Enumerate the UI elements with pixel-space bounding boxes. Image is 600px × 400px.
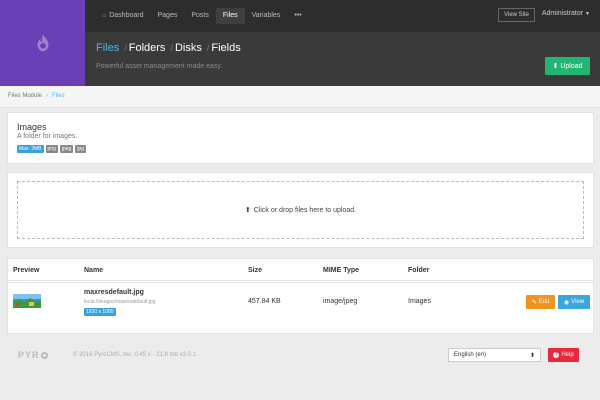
main-nav: ⌂ Dashboard Pages Posts Files Variables …: [95, 8, 309, 24]
landscape-thumbnail-image: [13, 294, 41, 308]
file-size: 457.84 KB: [248, 298, 281, 305]
view-button[interactable]: ◉ View: [558, 295, 590, 309]
nav-dashboard[interactable]: ⌂ Dashboard: [95, 8, 150, 24]
max-size-tag: Max: 2MB: [17, 145, 44, 153]
page-footer: PYR © 2016 PyroCMS, Inc. 0.45 s · 21.8 m…: [0, 344, 600, 366]
upload-icon: ⬆: [552, 63, 559, 70]
help-button[interactable]: ? Help: [548, 348, 579, 362]
nav-files-label: Files: [222, 12, 238, 19]
breadcrumb: Files Module › Files: [8, 93, 65, 99]
header-divider: [8, 282, 593, 283]
files-table: Preview Name Size MIME Type Folder maxre…: [7, 258, 594, 334]
question-icon: ?: [553, 352, 560, 358]
help-button-label: Help: [561, 352, 574, 358]
file-folder: Images: [408, 298, 431, 305]
header-divider: [8, 280, 593, 281]
folder-info-card: Images A folder for images. Max: 2MB png…: [7, 112, 594, 164]
pyro-footer-logo[interactable]: PYR: [18, 350, 48, 360]
edit-button[interactable]: ✎ Edit: [526, 295, 555, 309]
section-disks[interactable]: Disks: [175, 42, 202, 54]
nav-variables-label: Variables: [251, 12, 281, 19]
extension-tag: png: [45, 145, 58, 153]
upload-button[interactable]: ⬆ Upload: [545, 57, 590, 75]
folder-description: A folder for images.: [17, 133, 78, 140]
top-navigation-bar: ⌂ Dashboard Pages Posts Files Variables …: [85, 0, 600, 32]
nav-posts-label: Posts: [191, 12, 209, 19]
dimensions-badge: 1920 x 1080: [84, 308, 116, 316]
column-header-mime[interactable]: MIME Type: [323, 267, 359, 274]
extension-tag: jpeg: [59, 145, 74, 153]
section-separator: /: [170, 43, 173, 53]
chevron-right-icon: ›: [46, 93, 49, 99]
nav-more[interactable]: •••: [287, 8, 308, 24]
breadcrumb-bar: Files Module › Files: [0, 86, 600, 108]
dropzone-text: Click or drop files here to upload.: [253, 206, 357, 214]
extension-tag: jpg: [75, 145, 86, 153]
breadcrumb-files-module[interactable]: Files Module: [8, 93, 42, 99]
section-files[interactable]: Files: [96, 42, 119, 54]
column-header-folder[interactable]: Folder: [408, 267, 429, 274]
upload-icon: ⬆: [244, 207, 251, 214]
column-header-name[interactable]: Name: [84, 267, 103, 274]
pencil-icon: ✎: [531, 299, 537, 306]
footer-copyright: © 2016 PyroCMS, Inc. 0.45 s · 21.8 mb v3…: [73, 352, 196, 358]
edit-button-label: Edit: [538, 299, 550, 305]
column-header-size[interactable]: Size: [248, 267, 262, 274]
file-dropzone[interactable]: ⬆ Click or drop files here to upload.: [17, 181, 584, 239]
language-select[interactable]: English (en) ⬍: [448, 348, 541, 362]
app-header: ⌂ Dashboard Pages Posts Files Variables …: [0, 0, 600, 86]
home-icon: ⌂: [102, 12, 107, 19]
section-separator: /: [206, 43, 210, 53]
flame-logo-icon: [37, 33, 48, 52]
user-name: Administrator: [541, 10, 584, 17]
nav-files[interactable]: Files: [215, 8, 245, 24]
language-value: English (en): [454, 352, 487, 358]
upload-button-label: Upload: [560, 62, 583, 70]
section-fields[interactable]: Fields: [211, 42, 240, 54]
file-mime-type: image/jpeg: [323, 298, 358, 305]
file-name[interactable]: maxresdefault.jpg: [84, 289, 144, 296]
file-path: local://images/maxresdefault.jpg: [84, 299, 156, 305]
select-arrows-icon: ⬍: [529, 352, 535, 359]
view-site-button[interactable]: View Site: [498, 8, 535, 22]
caret-down-icon: ▼: [585, 11, 590, 17]
view-button-label: View: [571, 299, 585, 305]
user-menu[interactable]: Administrator ▼: [542, 10, 590, 17]
nav-pages[interactable]: Pages: [150, 8, 184, 24]
nav-posts[interactable]: Posts: [184, 8, 216, 24]
module-tagline: Powerful asset management made easy.: [96, 63, 223, 70]
folder-tags: Max: 2MB png jpeg jpg: [17, 145, 86, 153]
pyro-logo-o: [40, 352, 48, 359]
nav-dashboard-label: Dashboard: [109, 12, 144, 19]
column-header-preview[interactable]: Preview: [13, 267, 39, 274]
section-nav: Files / Folders / Disks / Fields: [96, 42, 241, 54]
eye-icon: ◉: [563, 299, 570, 306]
file-thumbnail[interactable]: [13, 294, 41, 308]
upload-card: ⬆ Click or drop files here to upload.: [7, 172, 594, 248]
pyro-logo-text: PYR: [18, 350, 40, 360]
more-icon: •••: [294, 12, 302, 19]
nav-pages-label: Pages: [157, 12, 178, 19]
pyro-logo-block[interactable]: [0, 0, 85, 86]
section-folders[interactable]: Folders: [129, 42, 166, 54]
section-separator: /: [124, 43, 127, 53]
nav-variables[interactable]: Variables: [245, 8, 288, 24]
folder-title: Images: [17, 122, 47, 132]
breadcrumb-files[interactable]: Files: [52, 93, 65, 99]
